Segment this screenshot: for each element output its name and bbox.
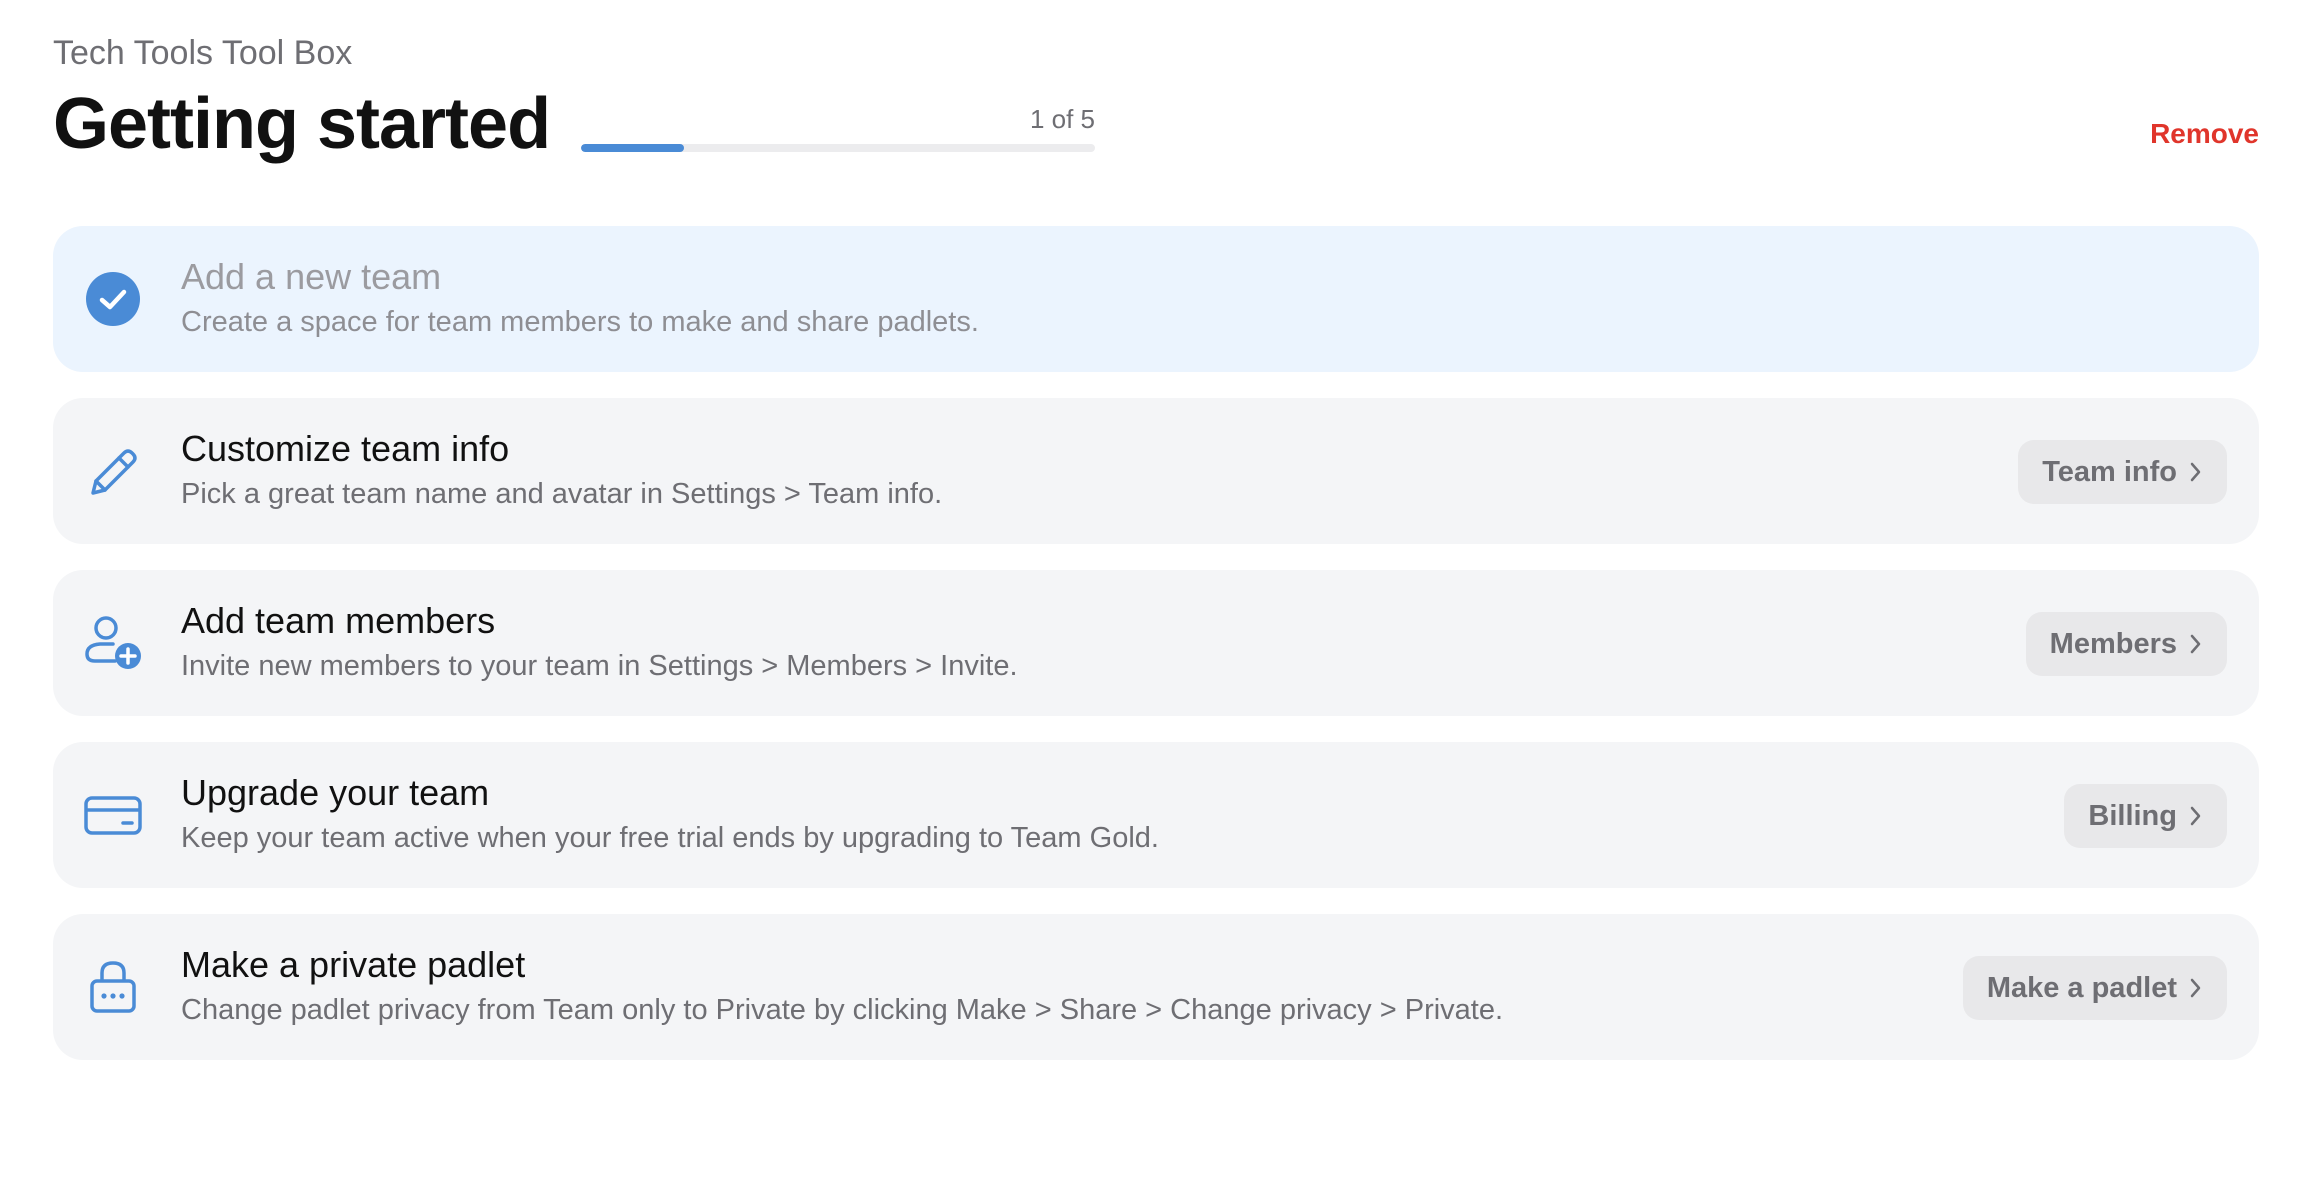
step-title: Add a new team	[181, 256, 442, 297]
step-upgrade-team[interactable]: Upgrade your team Keep your team active …	[53, 742, 2259, 888]
make-a-padlet-button[interactable]: Make a padlet	[1962, 956, 2227, 1020]
step-title: Add team members	[181, 600, 496, 641]
credit-card-icon	[83, 785, 143, 845]
billing-button[interactable]: Billing	[2064, 784, 2227, 848]
step-description: Pick a great team name and avatar in Set…	[181, 478, 943, 510]
step-title: Upgrade your team	[181, 772, 490, 813]
step-add-new-team[interactable]: Add a new team Create a space for team m…	[53, 226, 2259, 372]
button-label: Members	[2049, 627, 2177, 660]
getting-started-page: Tech Tools Tool Box Getting started 1 of…	[0, 0, 2312, 1190]
step-title: Customize team info	[181, 428, 510, 469]
button-label: Team info	[2042, 455, 2177, 488]
team-info-button[interactable]: Team info	[2018, 440, 2227, 504]
progress-bar-fill	[581, 144, 684, 152]
chevron-right-icon	[2190, 806, 2201, 826]
chevron-right-icon	[2190, 634, 2201, 654]
step-make-private-padlet[interactable]: Make a private padlet Change padlet priv…	[53, 914, 2259, 1060]
step-list: Add a new team Create a space for team m…	[53, 226, 2259, 1086]
chevron-right-icon	[2190, 462, 2201, 482]
check-circle-icon	[83, 269, 143, 329]
step-add-team-members[interactable]: Add team members Invite new members to y…	[53, 570, 2259, 716]
members-button[interactable]: Members	[2025, 612, 2227, 676]
step-description: Keep your team active when your free tri…	[181, 822, 1159, 854]
team-name: Tech Tools Tool Box	[53, 34, 353, 72]
progress-indicator: 1 of 5	[581, 104, 1095, 152]
step-customize-team-info[interactable]: Customize team info Pick a great team na…	[53, 398, 2259, 544]
header: Getting started 1 of 5 Remove	[53, 84, 2259, 164]
page-title: Getting started	[53, 84, 551, 164]
lock-icon	[83, 957, 143, 1017]
step-description: Invite new members to your team in Setti…	[181, 650, 1018, 682]
add-user-icon	[83, 613, 143, 673]
button-label: Make a padlet	[1986, 971, 2177, 1004]
button-label: Billing	[2088, 799, 2177, 832]
pencil-icon	[83, 441, 143, 501]
remove-button[interactable]: Remove	[2150, 118, 2259, 150]
chevron-right-icon	[2190, 978, 2201, 998]
progress-bar	[581, 144, 1095, 152]
step-description: Create a space for team members to make …	[181, 306, 979, 338]
step-title: Make a private padlet	[181, 944, 526, 985]
step-description: Change padlet privacy from Team only to …	[181, 994, 1504, 1026]
progress-label: 1 of 5	[1029, 104, 1095, 134]
